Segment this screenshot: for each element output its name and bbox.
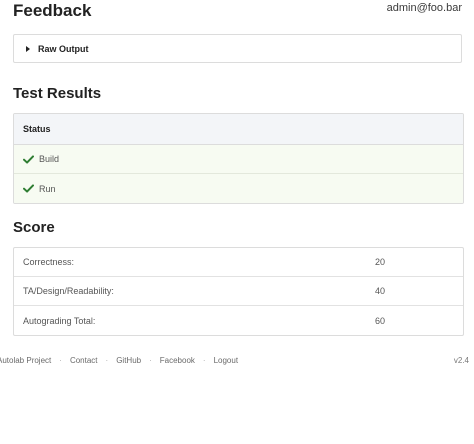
check-icon [23,154,34,164]
version-label: v2.4 [453,356,469,365]
test-result-row: Build [14,145,463,174]
score-name: Autograding Total: [23,315,96,326]
score-name: TA/Design/Readability: [23,286,114,296]
test-result-row: Run [14,174,463,203]
footer-link-facebook[interactable]: Facebook [160,356,195,365]
check-icon [23,184,34,193]
test-result-label: Build [39,154,60,164]
footer-link-logout[interactable]: Logout [214,356,238,365]
test-results-title: Test Results [13,85,102,102]
score-value: 20 [375,257,386,267]
footer-separator: · [149,356,152,365]
feedback-page: Feedback admin@foo.bar Raw Output Test R… [0,0,474,444]
score-row: Correctness: 20 [14,248,463,277]
score-name: Correctness: [23,257,75,267]
score-value: 40 [375,286,386,296]
status-column-header: Status [14,114,463,145]
score-title: Score [13,219,55,236]
raw-output-toggle[interactable]: Raw Output [13,34,462,63]
footer-separator: · [202,356,206,365]
footer-link-autolab-project[interactable]: Autolab Project [0,356,51,365]
footer-links: Autolab Project · Contact · GitHub · Facebook ·… [0,356,238,365]
test-results-table: Status Build Run [13,113,464,204]
user-email-link[interactable]: admin@foo.bar [387,2,462,14]
score-row: TA/Design/Readability: 40 [14,277,463,306]
test-result-label: Run [39,183,56,194]
page-title: Feedback [13,1,92,20]
score-row: Autograding Total: 60 [14,306,463,335]
footer-separator: · [59,356,62,365]
footer-link-github[interactable]: GitHub [116,356,141,365]
footer-separator: · [105,356,109,365]
footer-link-contact[interactable]: Contact [70,356,98,365]
score-value: 60 [375,315,386,326]
score-table: Correctness: 20 TA/Design/Readability: 4… [13,247,464,336]
raw-output-label: Raw Output [38,43,89,54]
caret-right-icon [26,45,30,52]
footer: Autolab Project · Contact · GitHub · Facebook ·… [0,356,471,368]
